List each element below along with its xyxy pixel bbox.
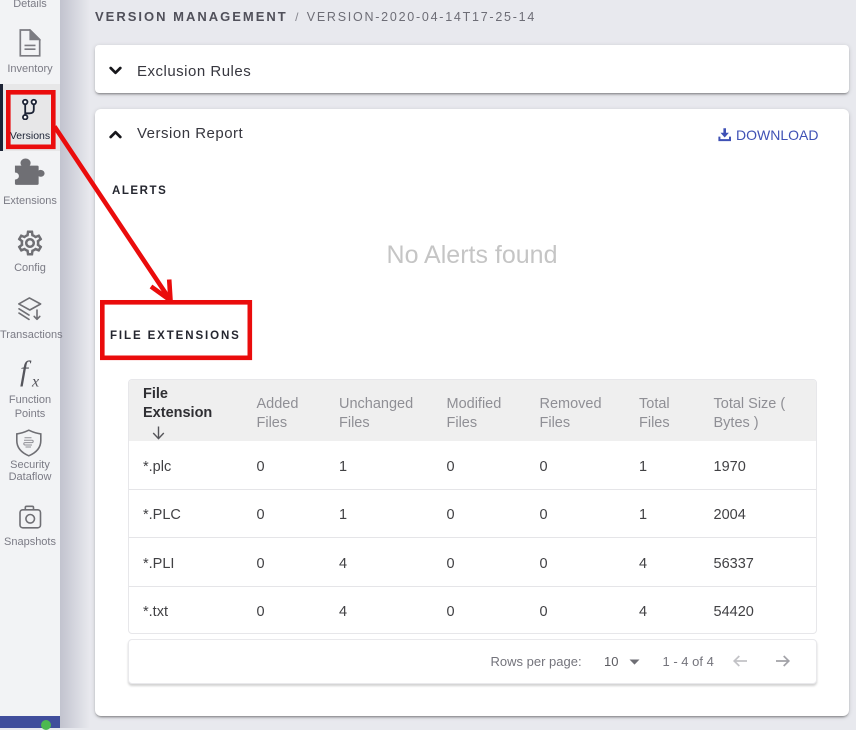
svg-text:x: x — [31, 374, 39, 389]
svg-text:f: f — [20, 356, 32, 388]
